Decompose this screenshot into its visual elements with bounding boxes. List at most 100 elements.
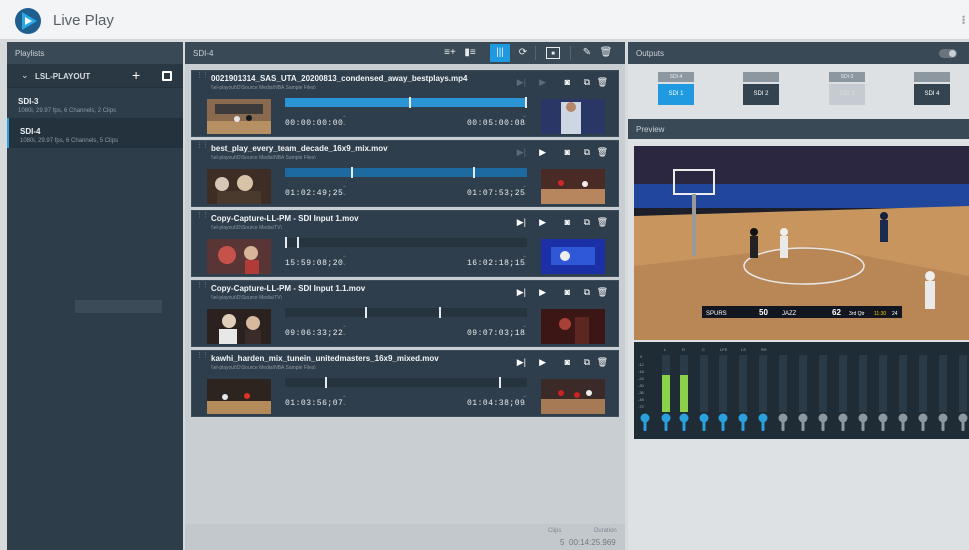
clip-row[interactable]: ⋮⋮ 0021901314_SAS_UTA_20200813_condensed… xyxy=(191,70,619,137)
clip-row[interactable]: ⋮⋮ Copy-Capture-LL-PM - SDI Input 1.mov … xyxy=(191,210,619,277)
drag-handle-icon[interactable]: ⋮⋮ xyxy=(196,212,209,224)
output-toggle[interactable] xyxy=(939,49,957,58)
out-stepper-icon[interactable]: ⌃ ⌄ xyxy=(522,116,527,127)
out-stepper-icon[interactable]: ⌃ ⌄ xyxy=(522,326,527,337)
play-icon[interactable]: ▶ xyxy=(539,77,546,88)
play-icon[interactable]: ▶ xyxy=(539,147,546,158)
out-timecode[interactable]: 00:05:00:08 xyxy=(467,119,525,128)
output-sdi-3: SDI-3 SDI 3 xyxy=(829,72,865,105)
clip-trim-track[interactable] xyxy=(285,237,527,248)
in-stepper-icon[interactable]: ⌃ ⌄ xyxy=(342,116,347,127)
trim-marker[interactable] xyxy=(325,377,327,388)
trim-marker[interactable] xyxy=(439,307,441,318)
add-icon[interactable]: + xyxy=(132,67,140,83)
in-stepper-icon[interactable]: ⌃ ⌄ xyxy=(342,396,347,407)
delete-clip-icon[interactable]: 🗑 xyxy=(597,147,608,158)
clip-trim-track[interactable] xyxy=(285,307,527,318)
in-timecode[interactable]: 01:02:49;25 xyxy=(285,189,343,198)
drag-handle-icon[interactable]: ⋮⋮ xyxy=(196,72,209,84)
trim-marker[interactable] xyxy=(297,237,299,248)
loop-icon[interactable]: ⟳ xyxy=(516,47,530,59)
trim-marker[interactable] xyxy=(351,167,353,178)
clips-toolbar: SDI-4 ≡+ ▮≡ ||| ⟳ ■ ✎ 🗑 xyxy=(185,42,625,64)
clip-row[interactable]: ⋮⋮ best_play_every_team_decade_16x9_mix.… xyxy=(191,140,619,207)
out-timecode[interactable]: 01:07:53;25 xyxy=(467,189,525,198)
in-timecode[interactable]: 09:06:33;22 xyxy=(285,329,343,338)
trim-marker[interactable] xyxy=(499,377,501,388)
device-item-sdi-4[interactable]: SDI-4 1080i, 29.97 fps, 6 Channels, 5 Cl… xyxy=(7,118,183,148)
play-icon[interactable]: ▶ xyxy=(539,357,546,368)
delete-icon[interactable]: 🗑 xyxy=(599,47,613,59)
out-stepper-icon[interactable]: ⌃ ⌄ xyxy=(522,256,527,267)
in-stepper-icon[interactable]: ⌃ ⌄ xyxy=(342,326,347,337)
out-stepper-icon[interactable]: ⌃ ⌄ xyxy=(522,396,527,407)
drag-handle-icon[interactable]: ⋮⋮ xyxy=(196,282,209,294)
cue-icon[interactable]: ▶| xyxy=(517,147,526,158)
play-icon[interactable]: ▶ xyxy=(539,217,546,228)
out-timecode[interactable]: 01:04:38;09 xyxy=(467,399,525,408)
cue-icon[interactable]: ▶| xyxy=(517,357,526,368)
delete-clip-icon[interactable]: 🗑 xyxy=(597,357,608,368)
cue-icon[interactable]: ▶| xyxy=(517,217,526,228)
scale-18: -18 xyxy=(638,369,645,374)
clip-trim-track[interactable] xyxy=(285,97,527,108)
in-timecode[interactable]: 15:59:08;20 xyxy=(285,259,343,268)
drag-handle-icon[interactable]: ⋮⋮ xyxy=(196,142,209,154)
out-timecode[interactable]: 09:07:03;18 xyxy=(467,329,525,338)
cue-icon[interactable]: ▶| xyxy=(517,77,526,88)
preview-icon[interactable]: ◙ xyxy=(565,287,570,297)
in-timecode[interactable]: 01:03:56;07 xyxy=(285,399,343,408)
clip-name: Copy-Capture-LL-PM - SDI Input 1.mov xyxy=(211,214,359,223)
clip-path: \\el-playout\D\Source Media\NBA Sample F… xyxy=(211,365,316,371)
drag-handle-icon[interactable]: ⋮⋮ xyxy=(196,352,209,364)
preview-icon[interactable]: ◙ xyxy=(565,357,570,367)
trim-marker[interactable] xyxy=(473,167,475,178)
copy-icon[interactable] xyxy=(162,71,172,81)
delete-clip-icon[interactable]: 🗑 xyxy=(597,77,608,88)
out-timecode[interactable]: 16:02:18;15 xyxy=(467,259,525,268)
preview-video: SPURS 50 JAZZ 62 3rd Qtr 11:30 24 xyxy=(634,146,969,340)
preview-icon[interactable]: ◙ xyxy=(565,77,570,87)
meter-label-r: R xyxy=(682,347,685,352)
clip-row[interactable]: ⋮⋮ kawhi_harden_mix_tunein_unitedmasters… xyxy=(191,350,619,417)
more-menu-icon[interactable]: • • • xyxy=(962,13,965,28)
device-item-sdi-3[interactable]: SDI-3 1080i, 29.97 fps, 6 Channels, 2 Cl… xyxy=(7,88,183,118)
list-options-icon[interactable]: ▮≡ xyxy=(463,47,477,59)
copy-clip-icon[interactable]: ⧉ xyxy=(584,217,590,228)
trim-marker[interactable] xyxy=(365,307,367,318)
delete-clip-icon[interactable]: 🗑 xyxy=(597,287,608,298)
clip-trim-track[interactable] xyxy=(285,167,527,178)
trim-marker[interactable] xyxy=(285,237,287,248)
cue-icon[interactable]: ▶| xyxy=(517,287,526,298)
trim-marker[interactable] xyxy=(409,97,411,108)
copy-clip-icon[interactable]: ⧉ xyxy=(584,287,590,298)
app-logo-icon xyxy=(15,8,41,34)
out-stepper-icon[interactable]: ⌃ ⌄ xyxy=(522,186,527,197)
output-sdi-1[interactable]: SDI-4 SDI 1 xyxy=(658,72,694,105)
delete-clip-icon[interactable]: 🗑 xyxy=(597,217,608,228)
output-button[interactable]: SDI 4 xyxy=(914,84,950,105)
output-sdi-2[interactable]: SDI 2 xyxy=(743,72,779,105)
playlist-row[interactable]: ⌄ LSL-PLAYOUT + xyxy=(7,64,183,88)
output-button[interactable]: SDI 1 xyxy=(658,84,694,105)
output-button[interactable]: SDI 2 xyxy=(743,84,779,105)
clip-path: \\el-playout\D\Source Media\NBA Sample F… xyxy=(211,85,316,91)
output-sdi-4[interactable]: SDI 4 xyxy=(914,72,950,105)
in-stepper-icon[interactable]: ⌃ ⌄ xyxy=(342,186,347,197)
copy-clip-icon[interactable]: ⧉ xyxy=(584,147,590,158)
clip-row[interactable]: ⋮⋮ Copy-Capture-LL-PM - SDI Input 1.1.mo… xyxy=(191,280,619,347)
in-stepper-icon[interactable]: ⌃ ⌄ xyxy=(342,256,347,267)
edit-icon[interactable]: ✎ xyxy=(580,47,594,59)
in-timecode[interactable]: 00:00:00:00 xyxy=(285,119,343,128)
trim-marker[interactable] xyxy=(525,97,527,108)
stop-icon[interactable]: ■ xyxy=(546,47,560,59)
copy-clip-icon[interactable]: ⧉ xyxy=(584,77,590,88)
clip-trim-track[interactable] xyxy=(285,377,527,388)
add-to-list-icon[interactable]: ≡+ xyxy=(443,47,457,59)
meter-faders[interactable] xyxy=(640,413,968,432)
play-icon[interactable]: ▶ xyxy=(539,287,546,298)
copy-clip-icon[interactable]: ⧉ xyxy=(584,357,590,368)
chevron-down-icon[interactable]: ⌄ xyxy=(21,70,29,81)
preview-icon[interactable]: ◙ xyxy=(565,217,570,227)
preview-icon[interactable]: ◙ xyxy=(565,147,570,157)
